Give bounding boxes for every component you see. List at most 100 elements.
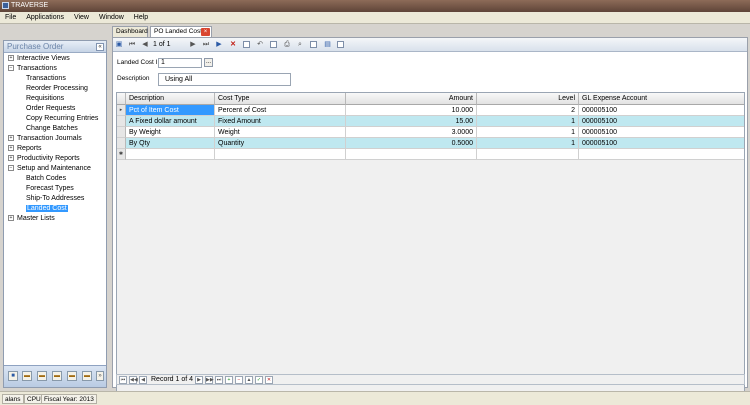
print-preview-icon[interactable] (270, 41, 277, 48)
new-record-icon[interactable]: ▶ (215, 41, 223, 49)
previous-record-icon[interactable]: ◀ (141, 41, 149, 49)
new-cell-level[interactable] (477, 149, 579, 160)
menu-file[interactable]: File (2, 12, 19, 24)
tree-item-change-batches[interactable]: Change Batches (4, 124, 106, 134)
attachments-icon[interactable] (310, 41, 317, 48)
collapse-icon[interactable]: − (8, 65, 14, 71)
expand-icon[interactable]: + (8, 155, 14, 161)
next-row-icon[interactable]: ▶ (195, 376, 203, 384)
column-header-amount[interactable]: Amount (346, 93, 477, 105)
cell-gl-account[interactable]: 000005100 (579, 105, 744, 116)
lookup-button[interactable]: ... (204, 58, 213, 67)
copy-record-icon[interactable] (243, 41, 250, 48)
expand-icon[interactable]: + (8, 215, 14, 221)
undo-icon[interactable]: ↶ (256, 41, 264, 49)
windows-icon[interactable]: ▤ (323, 41, 332, 49)
menu-window[interactable]: Window (96, 12, 127, 24)
tree-item-batch-codes[interactable]: Batch Codes (4, 174, 106, 184)
new-row[interactable]: ✱ (117, 149, 744, 160)
remove-row-icon[interactable]: − (235, 376, 243, 384)
folder-icon[interactable]: ▬ (82, 371, 92, 381)
tree-item-transactions[interactable]: Transactions (4, 74, 106, 84)
menu-view[interactable]: View (71, 12, 92, 24)
tree-node-interactive-views[interactable]: + Interactive Views (4, 54, 106, 64)
last-row-icon[interactable]: ⏭ (215, 376, 223, 384)
next-record-icon[interactable]: ▶ (189, 41, 197, 49)
tree-node-transactions[interactable]: − Transactions (4, 64, 106, 74)
tree-item-ship-to-addresses[interactable]: Ship-To Addresses (4, 194, 106, 204)
new-cell-gl-account[interactable] (579, 149, 744, 160)
column-header-level[interactable]: Level (477, 93, 579, 105)
tree-item-copy-recurring-entries[interactable]: Copy Recurring Entries (4, 114, 106, 124)
cell-description[interactable]: Pct of Item Cost (126, 105, 215, 116)
cell-level[interactable]: 2 (477, 105, 579, 116)
previous-page-icon[interactable]: ◀◀ (129, 376, 138, 384)
edit-row-icon[interactable]: ▲ (245, 376, 253, 384)
cell-gl-account[interactable]: 000005100 (579, 116, 744, 127)
tree-item-order-requests[interactable]: Order Requests (4, 104, 106, 114)
menu-applications[interactable]: Applications (23, 12, 67, 24)
column-header-description[interactable]: Description (126, 93, 215, 105)
expand-icon[interactable]: + (8, 135, 14, 141)
overflow-menu-icon[interactable]: » (96, 371, 104, 381)
tab-po-landed-cost[interactable]: PO Landed Cost × (150, 26, 212, 37)
cell-description[interactable]: By Weight (126, 127, 215, 138)
find-icon[interactable]: ⌕ (296, 41, 304, 49)
cell-level[interactable]: 1 (477, 138, 579, 149)
row-selector[interactable] (117, 116, 126, 127)
tree-item-requisitions[interactable]: Requisitions (4, 94, 106, 104)
folder-icon[interactable]: ▬ (67, 371, 77, 381)
cell-description[interactable]: By Qty (126, 138, 215, 149)
folder-icon[interactable]: ▬ (22, 371, 32, 381)
cell-amount[interactable]: 3.0000 (346, 127, 477, 138)
expand-icon[interactable]: + (8, 55, 14, 61)
cell-amount[interactable]: 15.00 (346, 116, 477, 127)
folder-icon[interactable]: ▬ (52, 371, 62, 381)
tree-item-reorder-processing[interactable]: Reorder Processing (4, 84, 106, 94)
add-row-icon[interactable]: + (225, 376, 233, 384)
cell-description[interactable]: A Fixed dollar amount (126, 116, 215, 127)
cancel-changes-icon[interactable]: ✕ (265, 376, 273, 384)
cell-level[interactable]: 1 (477, 116, 579, 127)
tree-node-transaction-journals[interactable]: + Transaction Journals (4, 134, 106, 144)
next-page-icon[interactable]: ▶▶ (205, 376, 214, 384)
cell-level[interactable]: 1 (477, 127, 579, 138)
tree-node-master-lists[interactable]: + Master Lists (4, 214, 106, 224)
cell-cost-type[interactable]: Quantity (215, 138, 346, 149)
tab-dashboard[interactable]: Dashboard (112, 26, 148, 37)
first-record-icon[interactable]: ⏮ (128, 41, 136, 49)
cell-amount[interactable]: 10.000 (346, 105, 477, 116)
column-header-cost-type[interactable]: Cost Type (215, 93, 346, 105)
cell-gl-account[interactable]: 000005100 (579, 127, 744, 138)
cell-amount[interactable]: 0.5000 (346, 138, 477, 149)
new-cell-description[interactable] (126, 149, 215, 160)
table-row[interactable]: A Fixed dollar amount Fixed Amount 15.00… (117, 116, 744, 127)
collapse-icon[interactable]: − (8, 165, 14, 171)
description-field[interactable]: Using All (158, 73, 291, 86)
tree-node-reports[interactable]: + Reports (4, 144, 106, 154)
cell-cost-type[interactable]: Percent of Cost (215, 105, 346, 116)
cell-cost-type[interactable]: Fixed Amount (215, 116, 346, 127)
table-row[interactable]: By Qty Quantity 0.5000 1 000005100 (117, 138, 744, 149)
delete-icon[interactable]: ✕ (229, 41, 237, 49)
landed-cost-id-field[interactable]: 1 (158, 58, 202, 68)
collapse-nav-button[interactable]: « (96, 43, 104, 51)
new-cell-cost-type[interactable] (215, 149, 346, 160)
expand-icon[interactable]: + (8, 145, 14, 151)
notes-icon[interactable] (337, 41, 344, 48)
menu-help[interactable]: Help (131, 12, 151, 24)
column-header-gl-expense-account[interactable]: GL Expense Account (579, 93, 744, 105)
grid-view-icon[interactable]: ■ (8, 371, 18, 381)
tree-item-forecast-types[interactable]: Forecast Types (4, 184, 106, 194)
cell-cost-type[interactable]: Weight (215, 127, 346, 138)
folder-icon[interactable]: ▬ (37, 371, 47, 381)
table-row[interactable]: ▸ Pct of Item Cost Percent of Cost 10.00… (117, 105, 744, 116)
cell-gl-account[interactable]: 000005100 (579, 138, 744, 149)
new-cell-amount[interactable] (346, 149, 477, 160)
last-record-icon[interactable]: ⏭ (202, 41, 210, 49)
tree-node-setup-and-maintenance[interactable]: − Setup and Maintenance (4, 164, 106, 174)
accept-changes-icon[interactable]: ✓ (255, 376, 263, 384)
save-icon[interactable]: ▣ (115, 41, 123, 49)
row-selector[interactable] (117, 138, 126, 149)
row-selector[interactable] (117, 127, 126, 138)
